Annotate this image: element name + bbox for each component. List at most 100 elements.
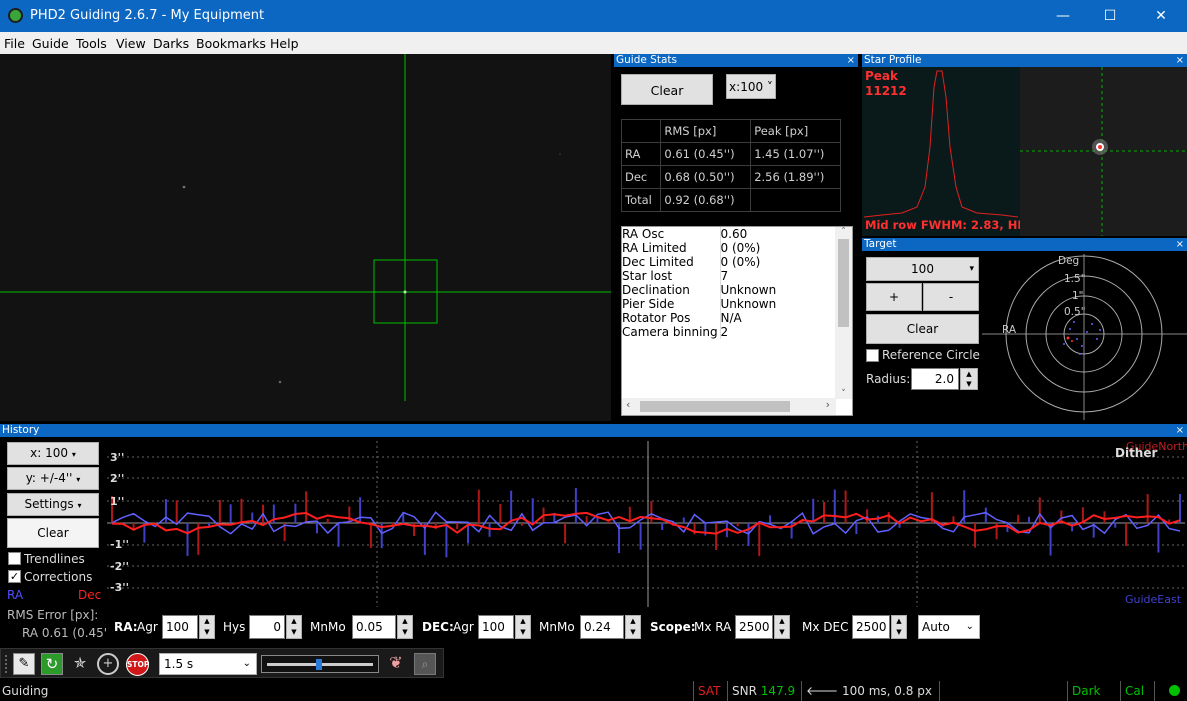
dec-mnmo-input[interactable]: 0.24	[580, 615, 624, 639]
close-button[interactable]: ✕	[1138, 0, 1184, 32]
menu-help[interactable]: Help	[270, 36, 299, 51]
y-label-2: 2''	[110, 472, 125, 485]
menu-darks[interactable]: Darks	[153, 36, 189, 51]
maximize-button[interactable]: ☐	[1087, 0, 1133, 32]
menu-view[interactable]: View	[116, 36, 146, 51]
menu-tools[interactable]: Tools	[76, 36, 107, 51]
history-settings-dropdown[interactable]: Settings ▾	[7, 493, 99, 516]
dec-agr-spinner[interactable]: ▲ ▼	[515, 615, 531, 639]
chevron-down-icon: ▾	[77, 501, 82, 510]
minimize-button[interactable]: —	[1040, 0, 1086, 32]
target-scale-dropdown[interactable]: 100 ▾	[866, 257, 979, 281]
mxdec-input[interactable]: 2500	[852, 615, 890, 639]
spin-down-icon[interactable]: ▼	[892, 627, 906, 638]
disabled-tool-button[interactable]: ⌕	[414, 653, 436, 675]
header-cell: Peak [px]	[750, 119, 841, 143]
guide-stats-scale-dropdown[interactable]: x:100 ˅	[726, 74, 776, 99]
history-title: History	[2, 424, 40, 436]
history-close-icon[interactable]: ×	[1176, 424, 1184, 437]
star-profile-close-icon[interactable]: ×	[1176, 54, 1184, 67]
ra-agr-input[interactable]: 100	[162, 615, 198, 639]
zoom-out-button[interactable]: -	[923, 283, 979, 311]
scroll-up-icon[interactable]: ˄	[835, 227, 852, 237]
stop-button[interactable]: STOP	[126, 653, 149, 676]
mxra-spinner[interactable]: ▲ ▼	[774, 615, 790, 639]
radius-input[interactable]: 2.0	[911, 368, 959, 390]
spin-down-icon[interactable]: ▼	[626, 627, 640, 638]
spin-up-icon[interactable]: ▲	[200, 616, 214, 627]
connect-icon: ✎	[18, 656, 30, 671]
gamma-slider[interactable]	[261, 655, 379, 673]
spin-down-icon[interactable]: ▼	[775, 627, 789, 638]
spin-up-icon[interactable]: ▲	[961, 369, 977, 379]
spin-down-icon[interactable]: ▼	[287, 627, 301, 638]
zoom-in-button[interactable]: +	[866, 283, 922, 311]
info-horizontal-scrollbar[interactable]: ‹ ›	[622, 398, 836, 415]
ra-mnmo-input[interactable]: 0.05	[352, 615, 396, 639]
header-cell	[620, 119, 662, 143]
guide-info-grid[interactable]: RA Osc 0.60 RA Limited 0 (0%) Dec Limited 0…	[621, 226, 853, 416]
exposure-dropdown[interactable]: 1.5 s ⌄	[159, 653, 257, 675]
radius-spinner[interactable]: ▲ ▼	[960, 368, 978, 390]
dec-section-label: DEC:	[422, 620, 454, 634]
target-close-icon[interactable]: ×	[1176, 238, 1184, 251]
connect-equipment-button[interactable]: ✎	[13, 653, 35, 675]
guide-info-table: RA Osc 0.60 RA Limited 0 (0%) Dec Limited 0…	[622, 227, 834, 339]
trendlines-checkbox[interactable]	[8, 552, 21, 565]
corrections-checkbox[interactable]: ✓	[8, 570, 21, 583]
hys-spinner[interactable]: ▲ ▼	[286, 615, 302, 639]
menu-bookmarks[interactable]: Bookmarks	[196, 36, 266, 51]
brain-button[interactable]: ❦	[385, 653, 407, 675]
menu-file[interactable]: File	[4, 36, 25, 51]
ra-section-label: RA:	[114, 620, 138, 634]
camera-image-view[interactable]	[0, 54, 611, 421]
scroll-left-icon[interactable]: ‹	[626, 398, 630, 411]
spin-up-icon[interactable]: ▲	[287, 616, 301, 627]
ra-agr-label: Agr	[137, 620, 158, 634]
spin-up-icon[interactable]: ▲	[626, 616, 640, 627]
ra-agr-spinner[interactable]: ▲ ▼	[199, 615, 215, 639]
mode-dropdown[interactable]: Auto ⌄	[918, 615, 980, 639]
ra-mnmo-spinner[interactable]: ▲ ▼	[397, 615, 413, 639]
spin-down-icon[interactable]: ▼	[516, 627, 530, 638]
dither-label: Dither	[1115, 446, 1158, 460]
spin-down-icon[interactable]: ▼	[961, 379, 977, 389]
history-y-scale-dropdown[interactable]: y: +/-4'' ▾	[7, 467, 99, 490]
history-graph[interactable]	[107, 441, 1185, 607]
spin-up-icon[interactable]: ▲	[398, 616, 412, 627]
mxdec-spinner[interactable]: ▲ ▼	[891, 615, 907, 639]
history-clear-button[interactable]: Clear	[7, 518, 99, 548]
guide-stats-close-icon[interactable]: ×	[847, 54, 855, 67]
reference-circle-checkbox[interactable]	[866, 349, 879, 362]
spin-up-icon[interactable]: ▲	[516, 616, 530, 627]
scroll-down-icon[interactable]: ˅	[835, 389, 852, 399]
spin-up-icon[interactable]: ▲	[775, 616, 789, 627]
loop-button[interactable]: ↻	[41, 653, 63, 675]
spin-down-icon[interactable]: ▼	[398, 627, 412, 638]
dec-mnmo-spinner[interactable]: ▲ ▼	[625, 615, 641, 639]
guide-stats-clear-button[interactable]: Clear	[621, 74, 713, 105]
slider-thumb[interactable]	[316, 659, 322, 670]
mxra-input[interactable]: 2500	[735, 615, 773, 639]
menu-guide[interactable]: Guide	[32, 36, 69, 51]
dec-legend: Dec	[78, 588, 102, 602]
peak-label: Peak	[865, 69, 899, 83]
target-header: Target ×	[862, 238, 1187, 251]
target-clear-button[interactable]: Clear	[866, 314, 979, 344]
hys-input[interactable]: 0	[249, 615, 285, 639]
spin-up-icon[interactable]: ▲	[892, 616, 906, 627]
info-label: RA Limited	[622, 241, 721, 255]
dec-agr-input[interactable]: 100	[478, 615, 514, 639]
info-vertical-scrollbar[interactable]: ˄ ˅	[835, 227, 852, 399]
auto-select-star-button[interactable]: ✯	[69, 653, 91, 675]
peak-cell: 2.56 (1.89'')	[750, 165, 841, 189]
history-x-scale-dropdown[interactable]: x: 100 ▾	[7, 442, 99, 465]
spin-down-icon[interactable]: ▼	[200, 627, 214, 638]
table-row: RA Limited 0 (0%)	[622, 241, 834, 255]
guide-button[interactable]: +	[97, 653, 119, 675]
scroll-thumb[interactable]	[838, 239, 849, 327]
hscroll-thumb[interactable]	[640, 401, 790, 412]
dec-mnmo-label: MnMo	[539, 620, 575, 634]
scroll-right-icon[interactable]: ›	[826, 398, 830, 411]
menu-bar: File Guide Tools View Darks Bookmarks He…	[0, 32, 1187, 54]
